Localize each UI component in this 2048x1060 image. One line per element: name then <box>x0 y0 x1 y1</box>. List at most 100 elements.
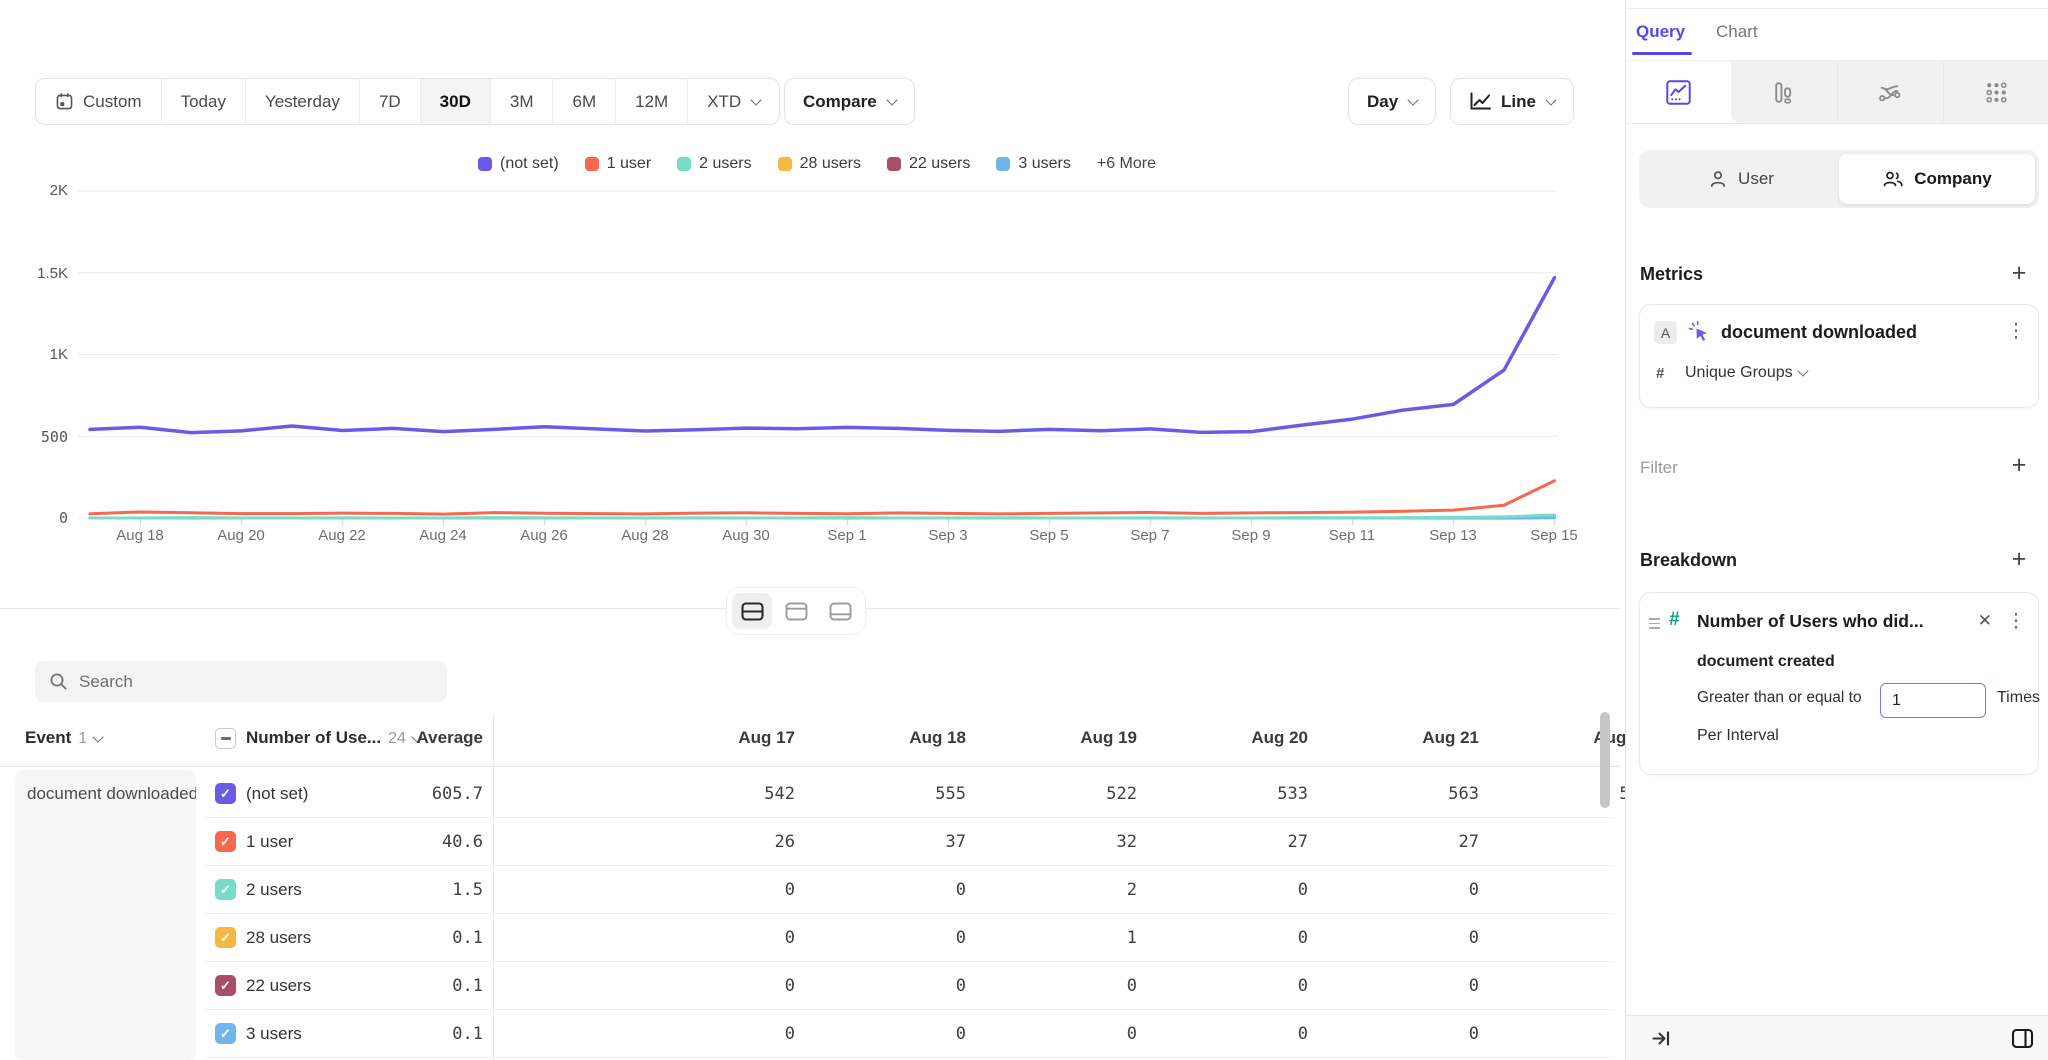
cell-value: 533 <box>1168 784 1308 804</box>
series-label: 2 users <box>246 880 302 900</box>
collapse-panel-icon[interactable] <box>1651 1028 1672 1049</box>
metric-card[interactable]: A document downloaded # Unique Groups <box>1639 304 2039 408</box>
table-only-icon <box>829 602 852 621</box>
select-all-checkbox[interactable] <box>215 728 236 749</box>
series-checkbox[interactable] <box>215 783 236 804</box>
series-label: (not set) <box>246 784 308 804</box>
range-xtd[interactable]: XTD <box>688 79 779 124</box>
range-7d[interactable]: 7D <box>360 79 421 124</box>
range-custom[interactable]: Custom <box>36 79 162 124</box>
x-axis-label: Aug 28 <box>621 527 669 544</box>
close-icon[interactable] <box>1978 611 1992 631</box>
average-value: 0.1 <box>333 928 483 948</box>
breakdown-event[interactable]: document created <box>1697 653 1835 671</box>
chart-type-flow[interactable] <box>1838 61 1944 123</box>
sidebar-toggle-icon[interactable] <box>2010 1026 2035 1051</box>
cell-value: 0 <box>1339 1024 1479 1044</box>
tab-query[interactable]: Query <box>1636 22 1685 42</box>
series-checkbox[interactable] <box>215 1023 236 1044</box>
breakdown-unit: Times <box>1997 689 2040 707</box>
layout-table-only-button[interactable] <box>820 593 860 629</box>
range-3m[interactable]: 3M <box>491 79 554 124</box>
flow-icon <box>1877 79 1904 106</box>
x-axis-label: Aug 18 <box>116 527 164 544</box>
x-axis-label: Aug 24 <box>419 527 467 544</box>
range-30d[interactable]: 30D <box>421 79 491 124</box>
table-scrollbar[interactable] <box>1600 712 1610 808</box>
event-column-header[interactable]: Event1 <box>25 728 102 748</box>
audience-company[interactable]: Company <box>1839 154 2035 204</box>
add-filter-button[interactable] <box>2006 452 2032 478</box>
chart-only-icon <box>785 602 808 621</box>
line-chart-icon <box>1665 79 1692 106</box>
range-12m[interactable]: 12M <box>616 79 688 124</box>
x-axis-label: Sep 9 <box>1231 527 1270 544</box>
chevron-down-icon <box>1408 94 1419 105</box>
x-axis-label: Aug 30 <box>722 527 770 544</box>
date-column-header: Aug 17 <box>655 728 795 748</box>
query-panel: Query Chart <box>1625 0 2048 1060</box>
kebab-menu-icon[interactable] <box>2006 320 2026 343</box>
range-6m[interactable]: 6M <box>553 79 616 124</box>
drag-handle-icon[interactable] <box>1649 618 1660 629</box>
chart-type-bar[interactable] <box>1731 61 1837 123</box>
cell-value: 0 <box>1168 880 1308 900</box>
table-row: 2 users 1.5 0 0 2 0 0 0 <box>0 866 1620 914</box>
measure-selector[interactable]: Unique Groups <box>1685 364 1807 382</box>
chevron-down-icon <box>886 94 897 105</box>
audience-user[interactable]: User <box>1643 154 1839 204</box>
add-metric-button[interactable] <box>2006 260 2032 286</box>
search-input[interactable] <box>79 672 433 692</box>
series-checkbox[interactable] <box>215 927 236 948</box>
company-icon <box>1882 169 1904 189</box>
average-value: 40.6 <box>333 832 483 852</box>
breakdown-per[interactable]: Per Interval <box>1697 727 1779 745</box>
breakdown-condition[interactable]: Greater than or equal to <box>1697 689 1862 707</box>
cell-value: 32 <box>997 832 1137 852</box>
date-range-group: Custom Today Yesterday 7D 30D 3M 6M 12M … <box>35 78 780 125</box>
range-yesterday[interactable]: Yesterday <box>246 79 360 124</box>
chart-type-button[interactable]: Line <box>1450 78 1574 125</box>
layout-chart-only-button[interactable] <box>776 593 816 629</box>
table-row: 1 user 40.6 26 37 32 27 27 28 <box>0 818 1620 866</box>
add-breakdown-button[interactable] <box>2006 546 2032 572</box>
x-axis-label: Sep 11 <box>1329 527 1375 544</box>
cell-value: 542 <box>655 784 795 804</box>
breakdown-card[interactable]: # Number of Users who did... document cr… <box>1639 592 2039 775</box>
granularity-button[interactable]: Day <box>1348 78 1436 125</box>
cell-value: 0 <box>1339 976 1479 996</box>
compare-button[interactable]: Compare <box>784 78 915 125</box>
layout-split-button[interactable] <box>732 593 772 629</box>
chart-type-grid[interactable] <box>1944 61 2048 123</box>
kebab-menu-icon[interactable] <box>2006 610 2026 633</box>
table-row: 22 users 0.1 0 0 0 0 0 0 <box>0 962 1620 1010</box>
range-today[interactable]: Today <box>162 79 246 124</box>
x-axis-label: Aug 20 <box>217 527 265 544</box>
chevron-down-icon <box>92 731 103 742</box>
chevron-down-icon <box>1545 94 1556 105</box>
average-value: 0.1 <box>333 976 483 996</box>
panel-top-border <box>1626 8 2048 9</box>
date-column-header: Aug 19 <box>997 728 1137 748</box>
metrics-heading: Metrics <box>1640 264 1703 285</box>
line-chart[interactable] <box>0 150 1620 550</box>
tab-chart[interactable]: Chart <box>1716 22 1758 42</box>
threshold-input[interactable] <box>1880 683 1986 718</box>
cell-value: 522 <box>997 784 1137 804</box>
cell-value: 555 <box>826 784 966 804</box>
series-checkbox[interactable] <box>215 975 236 996</box>
cell-value: 0 <box>1168 1024 1308 1044</box>
cell-value: 0 <box>655 976 795 996</box>
chevron-down-icon <box>1797 366 1808 377</box>
audience-toggle: User Company <box>1639 150 2039 208</box>
metric-event-name[interactable]: document downloaded <box>1721 322 1917 343</box>
breakdown-title[interactable]: Number of Users who did... <box>1697 611 1924 632</box>
cell-value: 0 <box>655 928 795 948</box>
cell-value: 2 <box>997 880 1137 900</box>
series-checkbox[interactable] <box>215 879 236 900</box>
table-row: 3 users 0.1 0 0 0 0 0 0 <box>0 1010 1620 1058</box>
bar-chart-icon <box>1770 79 1797 106</box>
chart-type-line[interactable] <box>1626 61 1731 123</box>
series-checkbox[interactable] <box>215 831 236 852</box>
x-axis-label: Sep 5 <box>1029 527 1068 544</box>
